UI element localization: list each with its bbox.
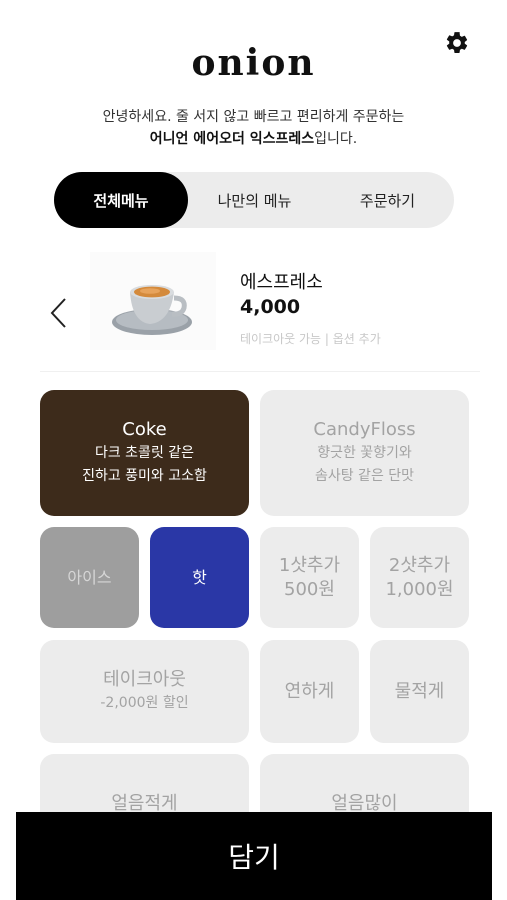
product-name: 에스프레소: [240, 272, 323, 293]
ice-option[interactable]: 아이스: [40, 527, 139, 628]
menu-tabs: 전체메뉴 나만의 메뉴 주문하기: [54, 172, 454, 228]
greeting-tail: 입니다.: [314, 131, 358, 147]
bean-candy-line2: 솜사탕 같은 단맛: [314, 468, 415, 484]
tab-order[interactable]: 주문하기: [321, 172, 454, 228]
shot-2-title: 2샷추가: [388, 554, 451, 576]
product-card: 에스프레소 4,000 테이크아웃 가능 | 옵션 추가: [40, 250, 480, 372]
shot-1-option[interactable]: 1샷추가 500원: [260, 527, 359, 628]
mild-option[interactable]: 연하게: [260, 640, 359, 743]
takeout-option[interactable]: 테이크아웃 -2,000원 할인: [40, 640, 249, 743]
tab-my-menu[interactable]: 나만의 메뉴: [188, 172, 321, 228]
shot-2-option[interactable]: 2샷추가 1,000원: [370, 527, 469, 628]
bean-candy-title: CandyFloss: [313, 419, 416, 440]
less-water-option[interactable]: 물적게: [370, 640, 469, 743]
greeting-bold: 어니언 에어오더 익스프레스: [149, 131, 315, 147]
bean-coke-title: Coke: [122, 419, 167, 440]
takeout-title: 테이크아웃: [103, 669, 186, 690]
espresso-image: [90, 252, 216, 350]
takeout-sub: -2,000원 할인: [100, 695, 189, 711]
greeting-line-1: 안녕하세요. 줄 서지 않고 빠르고 편리하게 주문하는: [102, 109, 405, 125]
tab-all-menu[interactable]: 전체메뉴: [54, 172, 188, 228]
ice-label: 아이스: [67, 567, 112, 587]
shot-2-price: 1,000원: [385, 578, 454, 600]
bean-coke-line2: 진하고 풍미와 고소함: [82, 468, 207, 484]
less-water-label: 물적게: [394, 680, 445, 702]
chevron-left-icon[interactable]: [48, 296, 70, 330]
shot-1-title: 1샷추가: [278, 554, 341, 576]
hot-option[interactable]: 핫: [150, 527, 249, 628]
greeting-line-2: 어니언 에어오더 익스프레스입니다.: [0, 128, 507, 150]
bean-option-candyfloss[interactable]: CandyFloss 향긋한 꽃향기와 솜사탕 같은 단맛: [260, 390, 469, 516]
app-logo: onion: [191, 42, 316, 84]
bean-coke-line1: 다크 초콜릿 같은: [94, 445, 195, 461]
product-price: 4,000: [240, 296, 301, 318]
add-to-cart-button[interactable]: 담기: [16, 812, 492, 900]
bean-candy-line1: 향긋한 꽃향기와: [317, 445, 412, 461]
mild-label: 연하게: [284, 680, 335, 702]
hot-label: 핫: [192, 567, 207, 587]
shot-1-price: 500원: [284, 578, 335, 600]
greeting-text: 안녕하세요. 줄 서지 않고 빠르고 편리하게 주문하는 어니언 에어오더 익스…: [0, 106, 507, 150]
product-meta: 테이크아웃 가능 | 옵션 추가: [240, 332, 381, 346]
bean-option-coke[interactable]: Coke 다크 초콜릿 같은 진하고 풍미와 고소함: [40, 390, 249, 516]
